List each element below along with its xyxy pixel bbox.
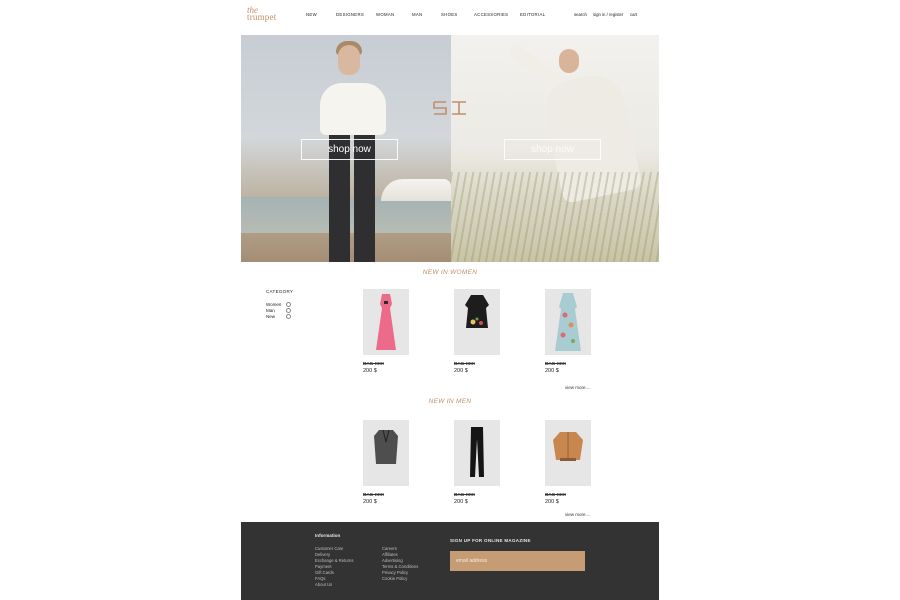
product-name: BAG-XXX (454, 492, 475, 497)
view-more-women-link[interactable]: view more.... (565, 385, 591, 390)
footer-link-faqs[interactable]: FAQs (315, 576, 325, 581)
new-in-men-title: NEW IN MEN (428, 398, 472, 405)
cart-link[interactable]: cart (630, 12, 637, 17)
footer-link-delivery[interactable]: Delivery (315, 552, 330, 557)
product-name: BAG-XXX (454, 361, 475, 366)
product-image[interactable] (545, 289, 591, 355)
footer: Information Customer Care Delivery Excha… (241, 522, 659, 600)
footer-info-title: Information (315, 533, 341, 538)
nav-item-editorial[interactable]: EDITORIAL (520, 12, 545, 17)
main-nav: NEW DESIGNERS WOMAN MAN SHOES ACCESSORIE… (0, 12, 900, 20)
product-image[interactable] (363, 420, 409, 486)
email-field[interactable] (450, 551, 585, 571)
black-dress-icon (465, 295, 489, 328)
nav-item-woman[interactable]: WOMAN (376, 12, 394, 17)
product-name: BAG-XXX (363, 492, 384, 497)
category-radio-women[interactable] (286, 302, 291, 307)
category-item-man[interactable]: Man (266, 308, 275, 313)
search-link[interactable]: search (574, 12, 587, 17)
bomber-jacket-icon (553, 432, 583, 461)
trumpet-logo-mark-icon (433, 101, 466, 115)
nav-item-new[interactable]: NEW (306, 12, 317, 17)
nav-item-man[interactable]: MAN (412, 12, 422, 17)
footer-link-careers[interactable]: Careers (382, 546, 397, 551)
product-name: BAG-XXX (545, 492, 566, 497)
pink-gown-icon (376, 294, 396, 350)
product-price: 200 $ (363, 499, 377, 505)
product-name: BAG-XXX (545, 361, 566, 366)
footer-link-advertising[interactable]: Advertising (382, 558, 403, 563)
footer-link-affiliates[interactable]: Affiliates (382, 552, 398, 557)
product-price: 200 $ (545, 499, 559, 505)
product-image[interactable] (454, 289, 500, 355)
category-radio-new[interactable] (286, 314, 291, 319)
model-head (559, 49, 579, 73)
footer-link-cookie[interactable]: Cookie Policy (382, 576, 407, 581)
signin-link[interactable]: sign in / register (593, 12, 623, 17)
model-arm (506, 42, 562, 90)
product-name: BAG-XXX (363, 361, 384, 366)
floral-gown-icon (555, 293, 581, 351)
product-price: 200 $ (454, 368, 468, 374)
category-item-women[interactable]: Women (266, 302, 281, 307)
view-more-men-link[interactable]: view more.... (565, 512, 591, 517)
model-head (338, 45, 360, 75)
category-title: CATEGORY (266, 289, 294, 294)
product-image[interactable] (454, 420, 500, 486)
blazer-icon (374, 429, 398, 464)
footer-link-customer-care[interactable]: Customer Care (315, 546, 343, 551)
model-shirt (320, 83, 386, 135)
footer-link-privacy[interactable]: Privacy Policy (382, 570, 408, 575)
cliff-decoration (381, 179, 451, 201)
category-item-new[interactable]: New (266, 314, 275, 319)
footer-link-terms[interactable]: Terms & Conditions (382, 564, 418, 569)
nav-item-shoes[interactable]: SHOES (441, 12, 458, 17)
nav-item-accessories[interactable]: ACCESSORIES (474, 12, 508, 17)
shop-now-men-button[interactable]: shop now (301, 139, 398, 160)
new-in-women-title: NEW IN WOMEN (422, 269, 478, 276)
footer-link-exchange-returns[interactable]: Exchange & Returns (315, 558, 353, 563)
footer-link-payment[interactable]: Payment (315, 564, 332, 569)
product-image[interactable] (363, 289, 409, 355)
hero-banner: shop now shop now (241, 35, 659, 262)
product-price: 200 $ (363, 368, 377, 374)
footer-link-gift-cards[interactable]: Gift Cards (315, 570, 334, 575)
nav-item-designers[interactable]: DESIGNERS (336, 12, 364, 17)
newsletter-title: SIGN UP FOR ONLINE MAGAZINE (450, 538, 531, 543)
category-radio-man[interactable] (286, 308, 291, 313)
trousers-icon (470, 427, 484, 477)
product-price: 200 $ (454, 499, 468, 505)
grass-decoration (451, 172, 659, 262)
product-image[interactable] (545, 420, 591, 486)
product-price: 200 $ (545, 368, 559, 374)
footer-link-about-us[interactable]: About Us (315, 582, 332, 587)
shop-now-women-button[interactable]: shop now (504, 139, 601, 160)
